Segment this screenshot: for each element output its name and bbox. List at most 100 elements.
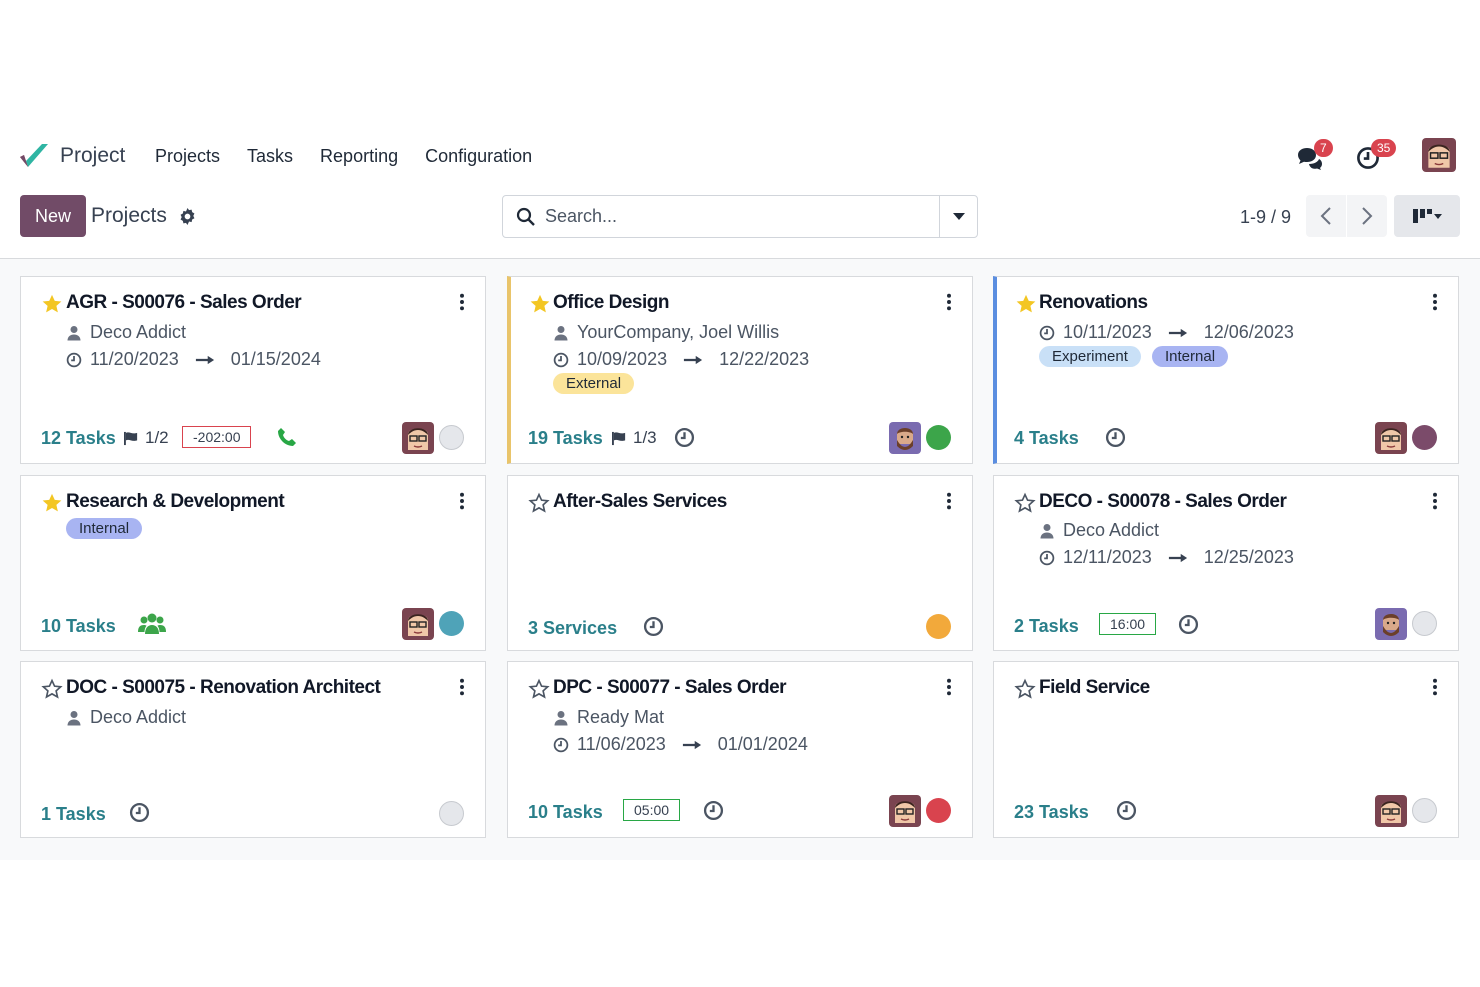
pager-next-button[interactable] xyxy=(1347,195,1387,237)
clock-icon[interactable] xyxy=(1105,427,1126,448)
phone-icon[interactable] xyxy=(277,427,297,447)
pager-previous-button[interactable] xyxy=(1306,195,1346,237)
favorite-star-icon[interactable] xyxy=(529,293,551,315)
more-options-icon[interactable] xyxy=(459,678,465,696)
avatar-icon xyxy=(889,795,921,827)
clock-icon[interactable] xyxy=(1116,800,1137,821)
status-dot[interactable] xyxy=(1412,425,1437,450)
users-group-icon[interactable] xyxy=(138,612,166,636)
search-options-toggle[interactable] xyxy=(939,196,977,237)
favorite-star-icon[interactable] xyxy=(1015,293,1037,315)
user-icon xyxy=(553,325,569,341)
clock-icon[interactable] xyxy=(1178,614,1199,635)
clock-icon xyxy=(1039,325,1055,341)
project-card[interactable]: Office Design YourCompany, Joel Willis 1… xyxy=(507,276,973,464)
search-input[interactable] xyxy=(545,206,925,227)
tasks-link[interactable]: 19 Tasks xyxy=(528,428,603,449)
tasks-link[interactable]: 1 Tasks xyxy=(41,804,106,825)
status-dot[interactable] xyxy=(439,611,464,636)
project-card[interactable]: Renovations 10/11/2023 12/06/2023 Experi… xyxy=(993,276,1459,464)
date-range: 12/11/2023 12/25/2023 xyxy=(1039,547,1294,568)
tasks-link[interactable]: 12 Tasks xyxy=(41,428,116,449)
user-icon xyxy=(1039,523,1055,539)
clock-icon[interactable] xyxy=(703,800,724,821)
project-card[interactable]: DOC - S00075 - Renovation Architect Deco… xyxy=(20,661,486,838)
status-dot[interactable] xyxy=(439,425,464,450)
messages-button[interactable]: 7 xyxy=(1296,139,1333,170)
more-options-icon[interactable] xyxy=(1432,293,1438,311)
project-card[interactable]: Research & Development Internal 10 Tasks xyxy=(20,475,486,651)
favorite-star-icon[interactable] xyxy=(41,293,63,315)
project-card[interactable]: Field Service 23 Tasks xyxy=(993,661,1459,838)
user-avatar[interactable] xyxy=(1422,138,1456,172)
clock-icon[interactable] xyxy=(643,616,664,637)
more-options-icon[interactable] xyxy=(946,293,952,311)
view-switcher-button[interactable] xyxy=(1394,195,1460,237)
status-dot[interactable] xyxy=(1412,798,1437,823)
new-button[interactable]: New xyxy=(20,195,86,237)
tasks-link[interactable]: 2 Tasks xyxy=(1014,616,1079,637)
date-start: 10/09/2023 xyxy=(577,349,668,369)
more-options-icon[interactable] xyxy=(459,492,465,510)
date-end: 12/22/2023 xyxy=(719,349,810,369)
favorite-star-icon[interactable] xyxy=(41,678,63,700)
customer-name: Deco Addict xyxy=(90,707,187,727)
project-card[interactable]: DPC - S00077 - Sales Order Ready Mat 11/… xyxy=(507,661,973,838)
arrow-right-icon xyxy=(682,739,702,751)
tag-internal: Internal xyxy=(66,518,143,539)
project-card[interactable]: After-Sales Services 3 Services xyxy=(507,475,973,651)
status-dot[interactable] xyxy=(926,614,951,639)
menu-item-configuration[interactable]: Configuration xyxy=(425,146,532,167)
more-options-icon[interactable] xyxy=(946,678,952,696)
menu-item-tasks[interactable]: Tasks xyxy=(247,146,293,167)
project-app-logo-icon[interactable] xyxy=(18,141,50,171)
favorite-star-icon[interactable] xyxy=(1014,492,1036,514)
tasks-link[interactable]: 4 Tasks xyxy=(1014,428,1079,449)
flag-icon xyxy=(611,431,628,446)
services-link[interactable]: 3 Services xyxy=(528,618,617,639)
favorite-star-icon[interactable] xyxy=(41,492,63,514)
clock-icon[interactable] xyxy=(674,427,695,448)
arrow-right-icon xyxy=(195,354,215,366)
menu-item-reporting[interactable]: Reporting xyxy=(320,146,398,167)
avatar[interactable] xyxy=(1375,608,1407,640)
favorite-star-icon[interactable] xyxy=(1014,678,1036,700)
favorite-star-icon[interactable] xyxy=(528,678,550,700)
avatar[interactable] xyxy=(889,422,921,454)
more-options-icon[interactable] xyxy=(946,492,952,510)
more-options-icon[interactable] xyxy=(459,293,465,311)
arrow-right-icon xyxy=(1168,552,1188,564)
project-card[interactable]: AGR - S00076 - Sales Order Deco Addict 1… xyxy=(20,276,486,464)
avatar[interactable] xyxy=(889,795,921,827)
more-options-icon[interactable] xyxy=(1432,678,1438,696)
project-title: After-Sales Services xyxy=(553,491,727,512)
clock-icon[interactable] xyxy=(129,802,150,823)
tasks-link[interactable]: 10 Tasks xyxy=(41,616,116,637)
project-card[interactable]: DECO - S00078 - Sales Order Deco Addict … xyxy=(993,475,1459,651)
avatar[interactable] xyxy=(402,608,434,640)
control-panel: New Projects 1-9 / 9 xyxy=(0,188,1480,246)
app-name[interactable]: Project xyxy=(60,144,125,168)
status-dot[interactable] xyxy=(1412,611,1437,636)
avatar[interactable] xyxy=(402,422,434,454)
more-options-icon[interactable] xyxy=(1432,492,1438,510)
avatar[interactable] xyxy=(1375,795,1407,827)
status-dot[interactable] xyxy=(926,425,951,450)
tasks-link[interactable]: 10 Tasks xyxy=(528,802,603,823)
status-dot[interactable] xyxy=(439,801,464,826)
gear-icon[interactable] xyxy=(178,207,197,226)
avatar-icon xyxy=(1375,795,1407,827)
project-title: Renovations xyxy=(1039,292,1148,313)
avatar-icon xyxy=(889,422,921,454)
activities-button[interactable]: 35 xyxy=(1356,139,1397,170)
tasks-link[interactable]: 23 Tasks xyxy=(1014,802,1089,823)
status-dot[interactable] xyxy=(926,798,951,823)
milestones-counter[interactable]: 1/2 xyxy=(123,428,169,448)
milestones-counter[interactable]: 1/3 xyxy=(611,428,657,448)
avatar[interactable] xyxy=(1375,422,1407,454)
menu-item-projects[interactable]: Projects xyxy=(155,146,220,167)
favorite-star-icon[interactable] xyxy=(528,492,550,514)
customer-line: Ready Mat xyxy=(553,707,664,728)
chevron-right-icon xyxy=(1362,207,1373,225)
pager-value[interactable]: 1-9 / 9 xyxy=(1240,207,1291,228)
